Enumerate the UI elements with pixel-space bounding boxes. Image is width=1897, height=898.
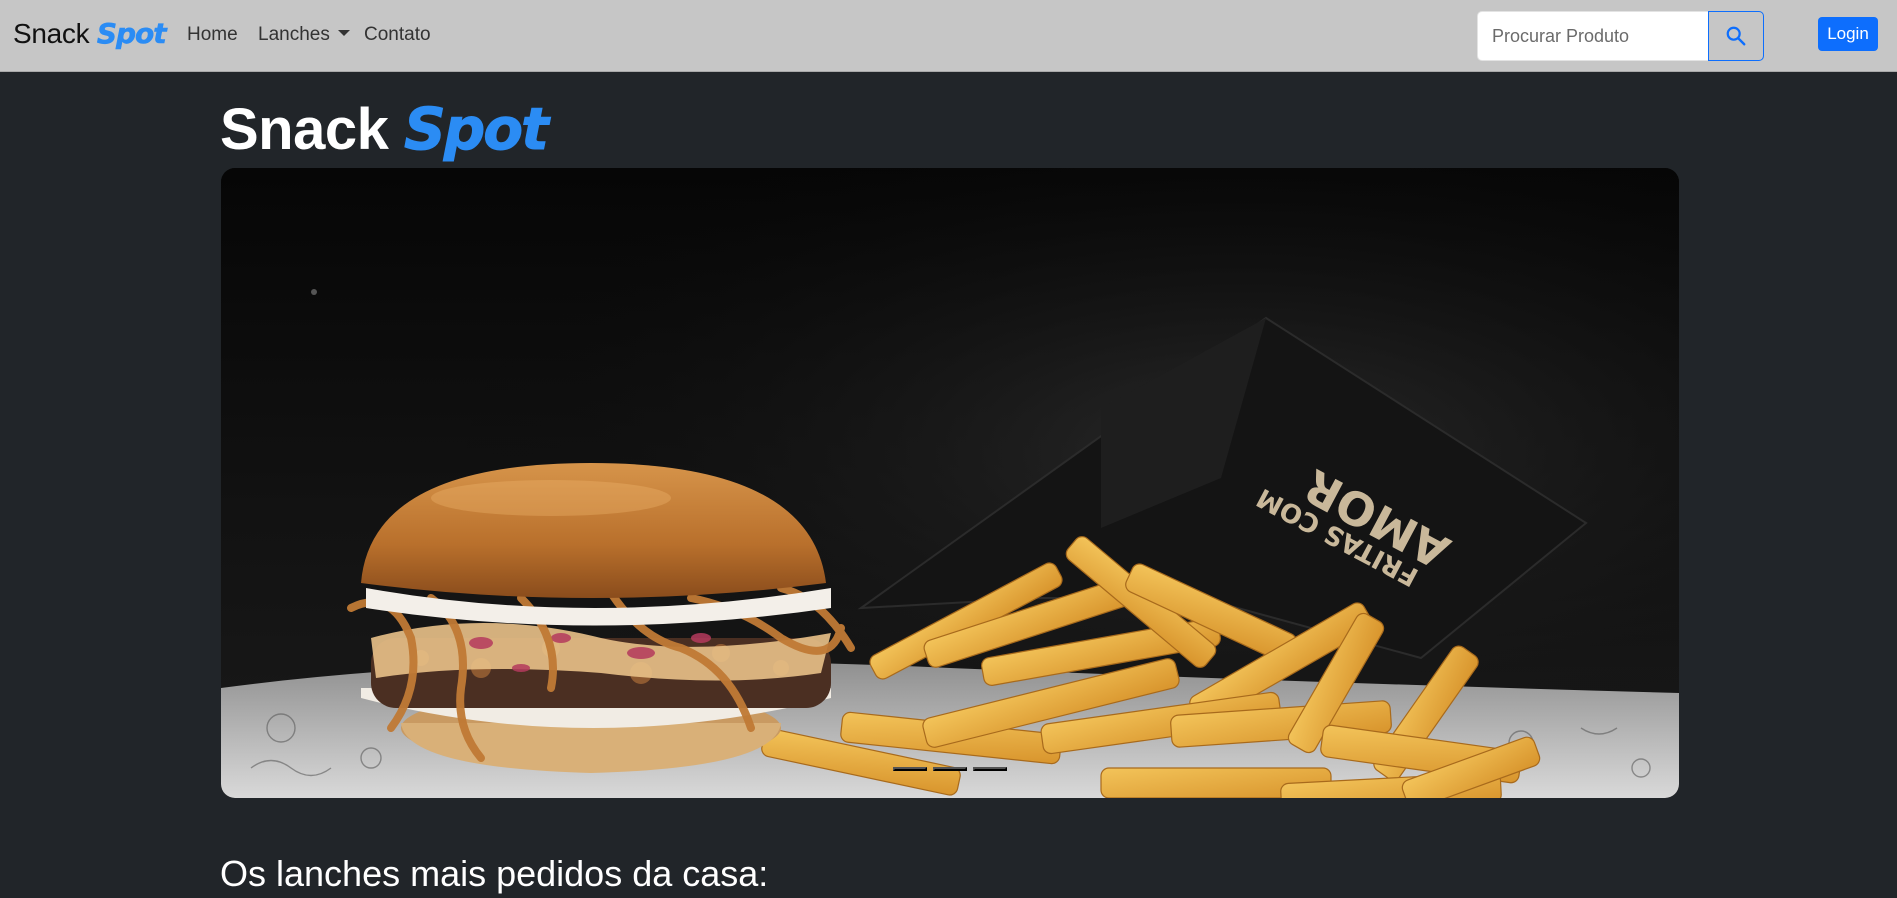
nav-link-home[interactable]: Home — [187, 22, 238, 48]
nav-dropdown-lanches[interactable]: Lanches — [258, 22, 350, 48]
carousel-indicator-1[interactable] — [893, 767, 927, 771]
navbar-brand[interactable]: Snack Spot — [13, 14, 167, 54]
hero-carousel[interactable]: FRITAS COM AMOR — [221, 168, 1679, 798]
carousel-indicators — [221, 767, 1679, 771]
search-icon — [1726, 26, 1746, 46]
brand-word-spot: Spot — [96, 17, 167, 51]
nav-link-contato[interactable]: Contato — [364, 22, 431, 48]
brand-word-snack: Snack — [13, 18, 90, 49]
login-button[interactable]: Login — [1818, 17, 1878, 51]
search-button[interactable] — [1708, 11, 1764, 61]
carousel-indicator-2[interactable] — [933, 767, 967, 771]
section-heading: Os lanches mais pedidos da casa: — [220, 853, 769, 894]
hero-title-spot: Spot — [404, 95, 550, 164]
search-input[interactable] — [1477, 11, 1709, 61]
carousel-indicator-3[interactable] — [973, 767, 1007, 771]
chevron-down-icon — [337, 30, 350, 36]
hero-title-snack: Snack — [220, 97, 389, 162]
carousel-slide-image: FRITAS COM AMOR — [221, 168, 1679, 798]
nav-dropdown-label: Lanches — [258, 24, 330, 45]
hero-title: Snack Spot — [220, 94, 550, 165]
navbar: Snack Spot Home Lanches Contato Login — [0, 0, 1897, 72]
